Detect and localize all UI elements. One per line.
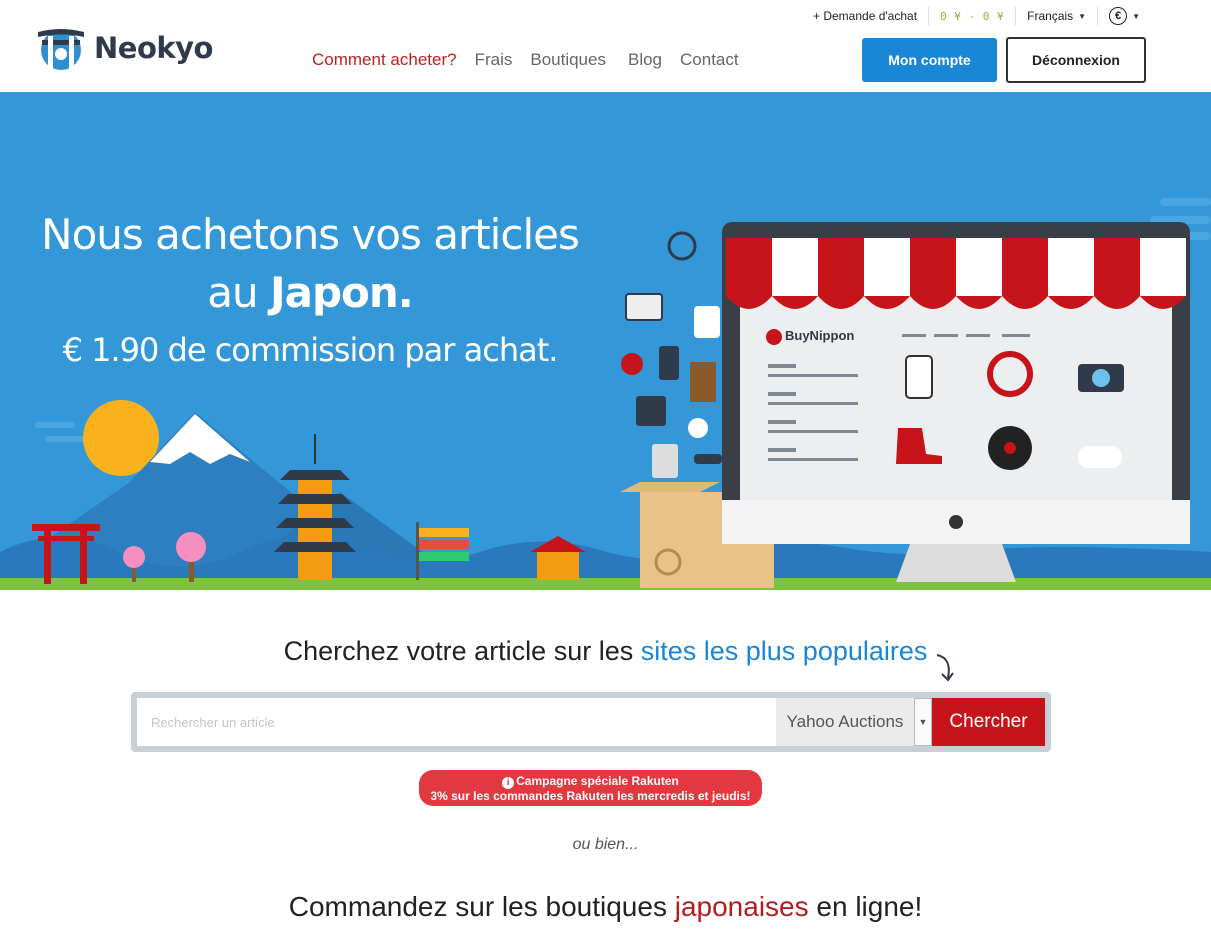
rakuten-promo-badge[interactable]: i Campagne spéciale Rakuten 3% sur les co…	[419, 770, 762, 806]
hero-headline: Nous achetons vos articles au Japon. € 1…	[0, 206, 620, 380]
order-heading-suffix: en ligne!	[808, 891, 923, 922]
hero-banner: Nous achetons vos articles au Japon. € 1…	[0, 92, 1211, 590]
euro-icon: €	[1109, 7, 1128, 25]
nav-item-how-to-buy[interactable]: Comment acheter?	[312, 50, 457, 70]
curved-arrow-icon	[936, 654, 954, 682]
or-separator-text: ou bien...	[572, 836, 639, 853]
hero-commission: € 1.90 de commission par achat.	[62, 331, 559, 369]
site-header: Neokyo + Demande d'achat 0 ¥ - 0 ¥ Franç…	[0, 0, 1211, 92]
hero-title-line1: Nous achetons vos articles	[41, 210, 580, 259]
search-input[interactable]	[137, 698, 776, 746]
nav-item-blog[interactable]: Blog	[628, 50, 662, 70]
search-heading-highlight: sites les plus populaires	[640, 636, 928, 666]
search-bar: Yahoo Auctions ▼ Chercher	[131, 692, 1051, 752]
logo-link[interactable]: Neokyo	[36, 24, 213, 72]
my-account-button[interactable]: Mon compte	[862, 38, 997, 82]
search-button[interactable]: Chercher	[932, 698, 1045, 746]
purchase-request-link[interactable]: + Demande d'achat	[802, 7, 928, 25]
nav-item-contact[interactable]: Contact	[680, 50, 739, 70]
balance-display: 0 ¥ - 0 ¥	[940, 9, 1005, 23]
phone-icon	[905, 355, 933, 399]
shop-brand-label: BuyNippon	[785, 328, 855, 343]
info-icon: i	[502, 777, 515, 789]
logout-button[interactable]: Déconnexion	[1006, 37, 1146, 83]
brand-name: Neokyo	[94, 31, 213, 65]
game-controller-icon	[1078, 446, 1122, 468]
top-utility-bar: + Demande d'achat 0 ¥ - 0 ¥ Français ▼ €…	[802, 7, 1151, 25]
promo-title: Campagne spéciale Rakuten	[516, 774, 679, 788]
hero-title-prefix: au	[207, 268, 270, 317]
promo-detail: 3% sur les commandes Rakuten les mercred…	[430, 789, 751, 803]
order-heading: Commandez sur les boutiques japonaises e…	[0, 891, 1211, 923]
nav-item-fees[interactable]: Frais	[475, 50, 513, 70]
chevron-down-icon: ▼	[1078, 11, 1087, 21]
site-select[interactable]: Yahoo Auctions	[776, 698, 914, 746]
currency-dropdown[interactable]: € ▼	[1098, 7, 1151, 25]
neokyo-torii-logo-icon	[38, 29, 84, 70]
search-heading-prefix: Cherchez votre article sur les	[283, 636, 641, 666]
language-label: Français	[1027, 9, 1074, 23]
promo-title-row: i Campagne spéciale Rakuten	[419, 774, 762, 789]
nav-item-shops[interactable]: Boutiques	[530, 50, 606, 70]
order-heading-highlight: japonaises	[674, 891, 809, 922]
monitor-illustration	[722, 222, 1190, 582]
language-dropdown[interactable]: Français ▼	[1016, 7, 1097, 25]
hero-title-japan: Japon.	[269, 268, 414, 317]
order-heading-prefix: Commandez sur les boutiques	[288, 891, 675, 922]
search-heading: Cherchez votre article sur les sites les…	[0, 636, 1211, 667]
hero-title-line2: au Japon.	[0, 264, 620, 322]
main-nav: Comment acheter? Frais Boutiques Blog Co…	[312, 50, 757, 70]
chevron-down-icon[interactable]: ▼	[914, 698, 932, 746]
chevron-down-icon: ▼	[1132, 11, 1140, 21]
flying-products-decoration	[621, 231, 722, 478]
